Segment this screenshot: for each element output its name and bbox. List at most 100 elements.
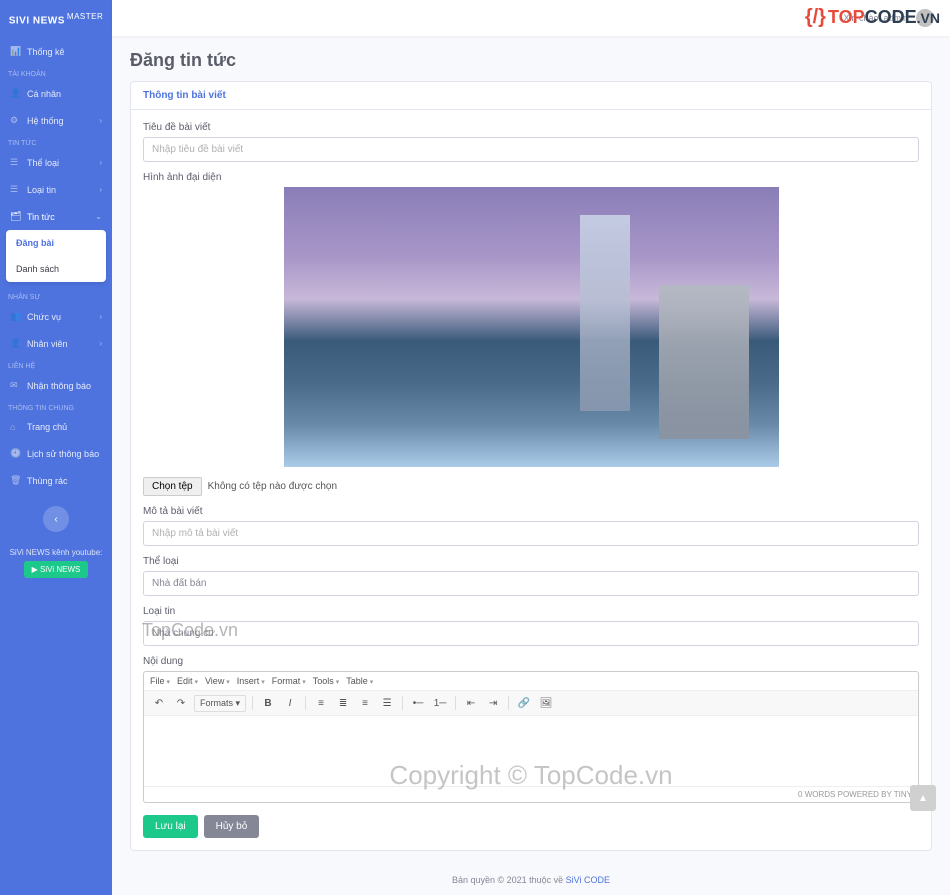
menu-tools[interactable]: Tools bbox=[313, 676, 339, 686]
label-title: Tiêu đề bài viết bbox=[143, 122, 919, 133]
align-right-icon[interactable]: ≡ bbox=[356, 694, 374, 712]
sidebar-item-system[interactable]: ⚙Hệ thống› bbox=[0, 107, 112, 134]
submenu-item-list[interactable]: Danh sách bbox=[6, 256, 106, 282]
title-input[interactable] bbox=[143, 137, 919, 162]
page-title: Đăng tin tức bbox=[130, 50, 932, 71]
sidebar-item-staff[interactable]: 👤Nhân viên› bbox=[0, 330, 112, 357]
list-icon: ☰ bbox=[10, 157, 22, 168]
chevron-right-icon: › bbox=[99, 158, 102, 167]
sidebar-item-category[interactable]: ☰ Thể loại › bbox=[0, 149, 112, 176]
scroll-top-button[interactable]: ▲ bbox=[910, 785, 936, 811]
sidebar-item-newstype[interactable]: ☰Loại tin› bbox=[0, 176, 112, 203]
bullet-list-icon[interactable]: •─ bbox=[409, 694, 427, 712]
number-list-icon[interactable]: 1─ bbox=[431, 694, 449, 712]
user-icon: 👤 bbox=[10, 338, 22, 349]
outdent-icon[interactable]: ⇤ bbox=[462, 694, 480, 712]
undo-icon[interactable]: ↶ bbox=[150, 694, 168, 712]
youtube-button[interactable]: ▶ SiVi NEWS bbox=[24, 561, 89, 578]
menu-edit[interactable]: Edit bbox=[177, 676, 198, 686]
chevron-right-icon: › bbox=[99, 116, 102, 125]
topcode-logo: {/} TOPCODE.VN bbox=[805, 6, 940, 29]
sidebar-label: Trang chủ bbox=[27, 422, 67, 432]
choose-file-button[interactable]: Chọn tệp bbox=[143, 477, 202, 496]
redo-icon[interactable]: ↷ bbox=[172, 694, 190, 712]
card-header: Thông tin bài viết bbox=[131, 82, 931, 110]
separator bbox=[305, 696, 306, 710]
formats-dropdown[interactable]: Formats ▾ bbox=[194, 695, 246, 712]
rich-editor: File Edit View Insert Format Tools Table… bbox=[143, 671, 919, 803]
home-icon: ⌂ bbox=[10, 422, 22, 432]
sidebar-label: Nhân viên bbox=[27, 339, 68, 349]
desc-input[interactable] bbox=[143, 521, 919, 546]
folder-icon: 🗂 bbox=[10, 211, 22, 222]
separator bbox=[508, 696, 509, 710]
save-button[interactable]: Lưu lại bbox=[143, 815, 198, 838]
sidebar-item-profile[interactable]: 👤Cá nhân bbox=[0, 80, 112, 107]
align-left-icon[interactable]: ≡ bbox=[312, 694, 330, 712]
link-icon[interactable]: 🔗 bbox=[515, 694, 533, 712]
image-icon[interactable]: 🖼 bbox=[537, 694, 555, 712]
footer-link[interactable]: SiVi CODE bbox=[566, 875, 610, 885]
label-type: Loại tin bbox=[143, 606, 919, 617]
bracket-icon: {/} bbox=[805, 6, 826, 29]
align-justify-icon[interactable]: ☰ bbox=[378, 694, 396, 712]
gear-icon: ⚙ bbox=[10, 115, 22, 126]
menu-format[interactable]: Format bbox=[272, 676, 306, 686]
sidebar-item-trash[interactable]: 🗑Thùng rác bbox=[0, 467, 112, 494]
chevron-down-icon: ⌄ bbox=[95, 212, 102, 221]
category-select[interactable]: Nhà đất bán bbox=[143, 571, 919, 596]
separator bbox=[455, 696, 456, 710]
italic-icon[interactable]: I bbox=[281, 694, 299, 712]
label-desc: Mô tả bài viết bbox=[143, 506, 919, 517]
menu-file[interactable]: File bbox=[150, 676, 170, 686]
label-category: Thể loại bbox=[143, 556, 919, 567]
sidebar-label: Tin tức bbox=[27, 212, 55, 222]
sidebar: SIVI NEWSMASTER 📊 Thống kê TÀI KHOẢN 👤Cá … bbox=[0, 0, 112, 895]
section-news: TIN TỨC bbox=[0, 134, 112, 149]
submenu-news: Đăng bài Danh sách bbox=[6, 230, 106, 282]
menu-table[interactable]: Table bbox=[346, 676, 373, 686]
indent-icon[interactable]: ⇥ bbox=[484, 694, 502, 712]
type-select[interactable]: Nhà chung cư bbox=[143, 621, 919, 646]
chart-icon: 📊 bbox=[10, 46, 22, 57]
sidebar-label: Thống kê bbox=[27, 47, 65, 57]
editor-toolbar: ↶ ↷ Formats ▾ B I ≡ ≣ ≡ ☰ •─ bbox=[144, 691, 918, 716]
label-content: Nội dung bbox=[143, 656, 919, 667]
section-general: THÔNG TIN CHUNG bbox=[0, 399, 112, 414]
brand[interactable]: SIVI NEWSMASTER bbox=[0, 0, 112, 38]
section-contact: LIÊN HỆ bbox=[0, 357, 112, 372]
section-account: TÀI KHOẢN bbox=[0, 65, 112, 80]
brand-sup: MASTER bbox=[67, 12, 103, 21]
sidebar-label: Thể loại bbox=[27, 158, 59, 168]
sidebar-item-home[interactable]: ⌂ Trang chủ bbox=[0, 414, 112, 440]
menu-insert[interactable]: Insert bbox=[237, 676, 265, 686]
file-status: Không có tệp nào được chọn bbox=[208, 481, 337, 492]
sidebar-item-notify[interactable]: ✉ Nhận thông báo bbox=[0, 372, 112, 399]
align-center-icon[interactable]: ≣ bbox=[334, 694, 352, 712]
sidebar-label: Nhận thông báo bbox=[27, 381, 91, 391]
menu-view[interactable]: View bbox=[205, 676, 230, 686]
card-body: Tiêu đề bài viết Hình ảnh đại diện Chọn … bbox=[131, 110, 931, 850]
brand-name: SIVI NEWS bbox=[9, 15, 65, 26]
cancel-button[interactable]: Hủy bỏ bbox=[204, 815, 260, 838]
card: Thông tin bài viết Tiêu đề bài viết Hình… bbox=[130, 81, 932, 851]
sidebar-toggle[interactable]: ‹ bbox=[43, 506, 69, 532]
sidebar-footer-text: SiVi NEWS kênh youtube: bbox=[4, 548, 108, 557]
clock-icon: 🕘 bbox=[10, 448, 22, 459]
sidebar-footer: SiVi NEWS kênh youtube: ▶ SiVi NEWS bbox=[0, 544, 112, 582]
footer-text: Bản quyền © 2021 thuộc về bbox=[452, 875, 566, 885]
sidebar-item-history[interactable]: 🕘 Lịch sử thông báo bbox=[0, 440, 112, 467]
sidebar-item-position[interactable]: 👥Chức vụ› bbox=[0, 303, 112, 330]
sidebar-item-stats[interactable]: 📊 Thống kê bbox=[0, 38, 112, 65]
image-preview bbox=[284, 187, 779, 467]
editor-textarea[interactable] bbox=[144, 716, 918, 786]
user-icon: 👤 bbox=[10, 88, 22, 99]
sidebar-label: Lịch sử thông báo bbox=[27, 449, 99, 459]
sidebar-item-news[interactable]: 🗂 Tin tức ⌄ bbox=[0, 203, 112, 230]
separator bbox=[402, 696, 403, 710]
editor-footer: 0 WORDS POWERED BY TINY bbox=[144, 786, 918, 802]
label-image: Hình ảnh đại diện bbox=[143, 172, 919, 183]
bold-icon[interactable]: B bbox=[259, 694, 277, 712]
mail-icon: ✉ bbox=[10, 380, 22, 391]
submenu-item-post[interactable]: Đăng bài bbox=[6, 230, 106, 256]
